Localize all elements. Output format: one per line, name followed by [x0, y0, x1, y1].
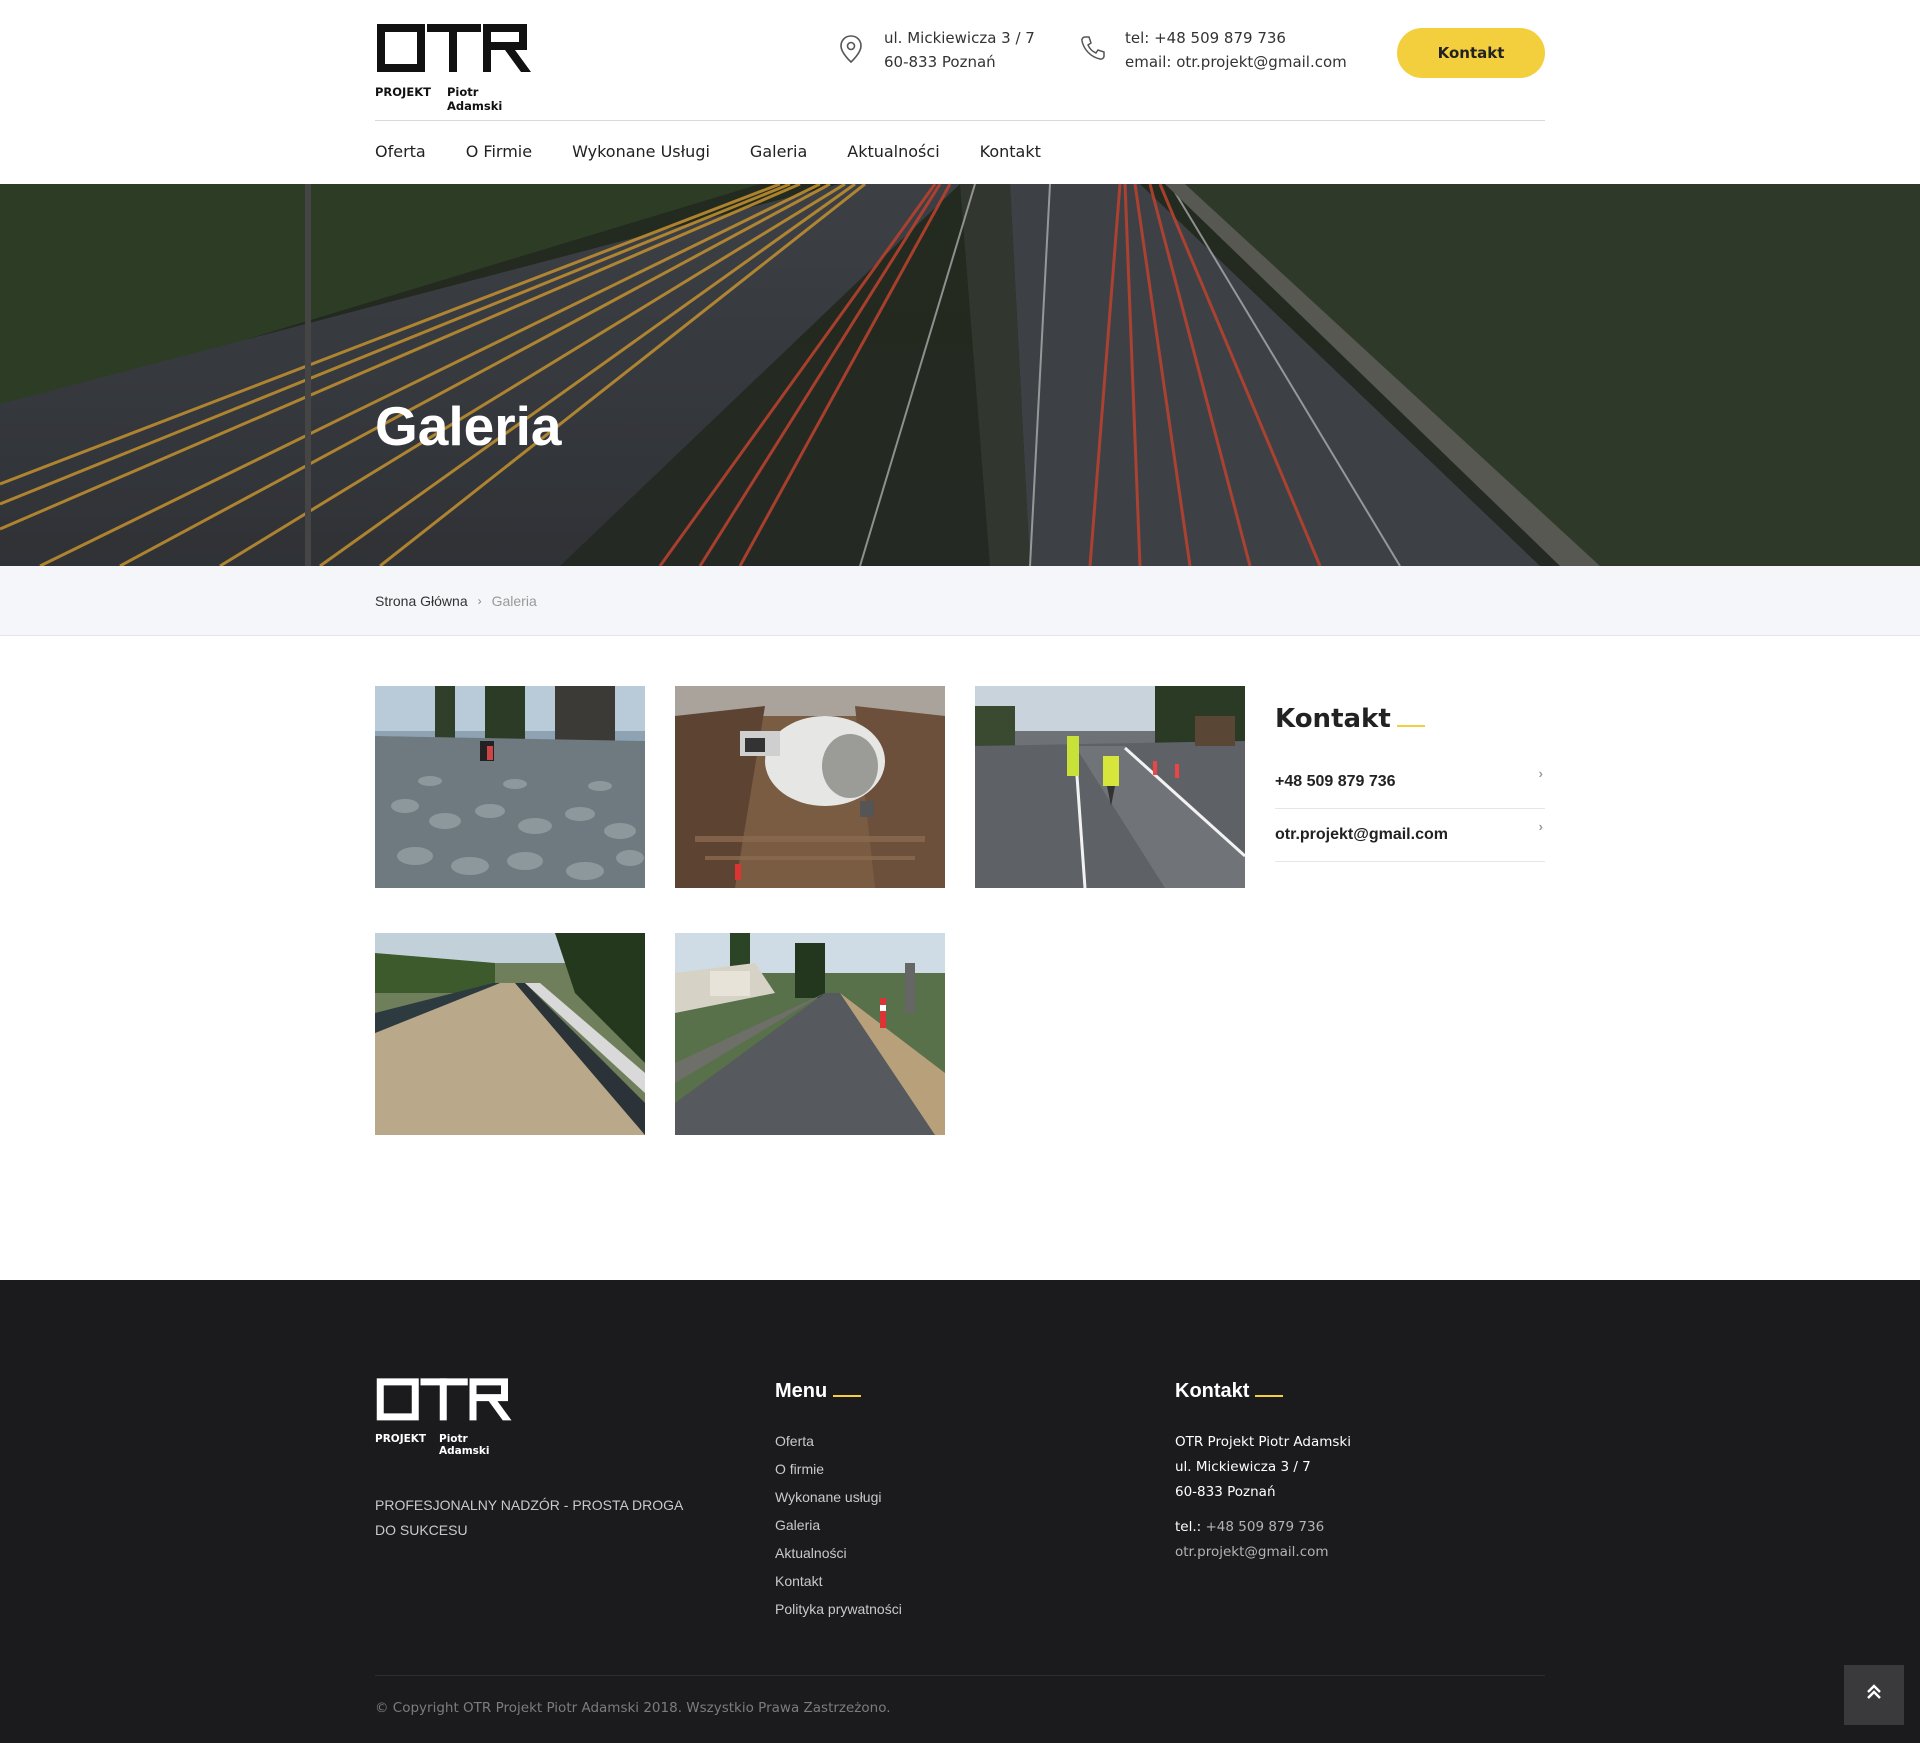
logo-subtitle-right: Piotr Adamski: [447, 85, 503, 113]
page-title: Galeria: [375, 395, 562, 457]
title-accent: [1255, 1395, 1284, 1397]
cobblestone-road-photo: [375, 686, 645, 888]
gallery-item-2[interactable]: [675, 686, 945, 888]
nav-item-kontakt[interactable]: Kontakt: [980, 140, 1041, 164]
header-contact: tel: +48 509 879 736 email: otr.projekt@…: [1081, 26, 1347, 74]
nav-item-aktualnosci[interactable]: Aktualności: [847, 140, 939, 164]
hero-banner: Galeria: [0, 184, 1920, 566]
header-divider: [375, 120, 1545, 121]
address-line-2: 60-833 Poznań: [884, 53, 996, 71]
header-address: ul. Mickiewicza 3 / 7 60-833 Poznań: [840, 26, 1035, 74]
footer-address-1: ul. Mickiewicza 3 / 7: [1175, 1459, 1311, 1475]
sidebar-title-text: Kontakt: [1275, 704, 1391, 734]
footer-menu-kontakt[interactable]: Kontakt: [775, 1567, 902, 1595]
footer-divider: [375, 1675, 1545, 1676]
footer-menu-aktualnosci[interactable]: Aktualności: [775, 1539, 902, 1567]
footer-address-2: 60-833 Poznań: [1175, 1484, 1276, 1500]
footer-menu-polityka[interactable]: Polityka prywatności: [775, 1595, 902, 1623]
nav-item-wykonane-uslugi[interactable]: Wykonane Usługi: [572, 140, 710, 164]
address-line-1: ul. Mickiewicza 3 / 7: [884, 29, 1035, 47]
footer-menu-o-firmie[interactable]: O firmie: [775, 1455, 902, 1483]
otr-logo-mark: [377, 24, 531, 72]
nav-item-oferta[interactable]: Oferta: [375, 140, 426, 164]
gallery-item-4[interactable]: [375, 933, 645, 1135]
breadcrumb-home[interactable]: Strona Główna: [375, 593, 468, 609]
map-pin-icon: [840, 35, 862, 64]
gallery-item-1[interactable]: [375, 686, 645, 888]
gallery-item-5[interactable]: [675, 933, 945, 1135]
new-asphalt-road-photo: [375, 933, 645, 1135]
footer-phone-row: tel.: +48 509 879 736: [1175, 1515, 1351, 1540]
breadcrumb-bar: Strona Główna › Galeria: [0, 566, 1920, 636]
header-phone[interactable]: tel: +48 509 879 736: [1125, 26, 1347, 50]
footer-menu-oferta[interactable]: Oferta: [775, 1427, 902, 1455]
footer-company: OTR Projekt Piotr Adamski: [1175, 1434, 1352, 1450]
main-nav: Oferta O Firmie Wykonane Usługi Galeria …: [375, 140, 1081, 164]
double-chevron-up-icon: [1867, 1684, 1881, 1699]
sidebar-phone-link[interactable]: +48 509 879 736 ›: [1275, 756, 1545, 809]
footer-menu-title-text: Menu: [775, 1380, 828, 1402]
footer-contact: OTR Projekt Piotr Adamski ul. Mickiewicz…: [1175, 1430, 1351, 1565]
sidebar-email-link[interactable]: otr.projekt@gmail.com ›: [1275, 809, 1545, 862]
footer-contact-title: Kontakt: [1175, 1380, 1284, 1403]
sidebar-phone: +48 509 879 736: [1275, 773, 1396, 790]
contact-button[interactable]: Kontakt: [1397, 28, 1545, 78]
header-email[interactable]: email: otr.projekt@gmail.com: [1125, 50, 1347, 74]
footer-logo-right: Piotr Adamski: [439, 1433, 490, 1457]
excavation-pipe-photo: [675, 686, 945, 888]
footer-tel-label: tel.:: [1175, 1519, 1202, 1535]
breadcrumb-current: Galeria: [491, 593, 537, 609]
nav-item-o-firmie[interactable]: O Firmie: [466, 140, 532, 164]
footer-tel[interactable]: +48 509 879 736: [1206, 1519, 1325, 1535]
road-workers-photo: [975, 686, 1245, 888]
footer-email[interactable]: otr.projekt@gmail.com: [1175, 1540, 1351, 1565]
otr-logo-mark: [376, 1378, 512, 1421]
site-footer: PROJEKT Piotr Adamski PROFESJONALNY NADZ…: [0, 1280, 1920, 1743]
footer-menu: Oferta O firmie Wykonane usługi Galeria …: [775, 1427, 902, 1623]
footer-logo-left: PROJEKT: [375, 1433, 427, 1445]
logo-subtitle-left: PROJEKT: [375, 85, 431, 99]
chevron-right-icon: ›: [1538, 819, 1543, 834]
site-header: PROJEKT Piotr Adamski ul. Mickiewicza 3 …: [0, 0, 1920, 184]
nav-item-galeria[interactable]: Galeria: [750, 140, 807, 164]
paved-street-photo: [675, 933, 945, 1135]
back-to-top-button[interactable]: [1844, 1665, 1904, 1725]
sidebar-title: Kontakt: [1275, 704, 1425, 734]
chevron-right-icon: ›: [1538, 766, 1543, 781]
footer-contact-title-text: Kontakt: [1175, 1380, 1250, 1402]
highway-light-trails-image: [0, 184, 1920, 566]
title-accent: [833, 1395, 862, 1397]
breadcrumb: Strona Główna › Galeria: [375, 593, 537, 609]
title-accent: [1396, 725, 1425, 727]
chevron-right-icon: ›: [477, 594, 482, 608]
footer-slogan: PROFESJONALNY NADZÓR - PROSTA DROGA DO S…: [375, 1497, 683, 1538]
sidebar-email: otr.projekt@gmail.com: [1275, 826, 1448, 843]
logo[interactable]: PROJEKT Piotr Adamski: [375, 22, 535, 113]
phone-icon: [1081, 36, 1105, 60]
footer-menu-galeria[interactable]: Galeria: [775, 1511, 902, 1539]
copyright: © Copyright OTR Projekt Piotr Adamski 20…: [375, 1700, 891, 1716]
gallery-item-3[interactable]: [975, 686, 1245, 888]
footer-menu-title: Menu: [775, 1380, 862, 1403]
footer-logo[interactable]: PROJEKT Piotr Adamski: [375, 1376, 515, 1457]
footer-menu-wykonane-uslugi[interactable]: Wykonane usługi: [775, 1483, 902, 1511]
